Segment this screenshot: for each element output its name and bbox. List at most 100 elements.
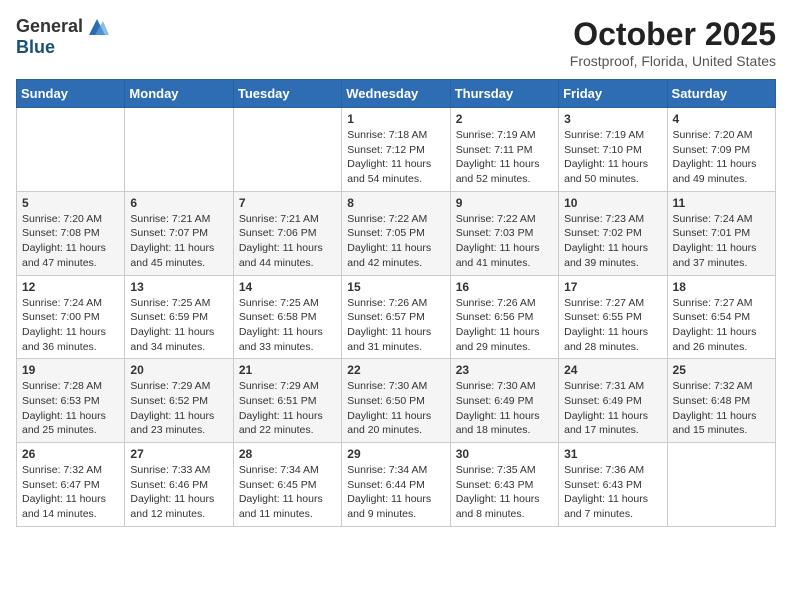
- calendar-cell: 16Sunrise: 7:26 AMSunset: 6:56 PMDayligh…: [450, 275, 558, 359]
- calendar-cell: 9Sunrise: 7:22 AMSunset: 7:03 PMDaylight…: [450, 191, 558, 275]
- day-info-line: Daylight: 11 hours: [130, 242, 214, 254]
- day-info-line: Daylight: 11 hours: [22, 410, 106, 422]
- day-info-line: Sunrise: 7:21 AM: [130, 213, 210, 225]
- day-info-line: Daylight: 11 hours: [564, 493, 648, 505]
- day-info-line: and 25 minutes.: [22, 424, 97, 436]
- day-number: 27: [130, 447, 227, 461]
- day-info-line: Sunset: 6:46 PM: [130, 479, 208, 491]
- day-info-line: Sunset: 7:10 PM: [564, 144, 642, 156]
- day-number: 4: [673, 112, 770, 126]
- day-info-line: Sunrise: 7:34 AM: [239, 464, 319, 476]
- day-info-line: Sunset: 7:08 PM: [22, 227, 100, 239]
- day-info-line: and 11 minutes.: [239, 508, 313, 520]
- day-content: Sunrise: 7:34 AM Sunset: 6:45 PM Daylight:…: [239, 463, 336, 522]
- day-info-line: Daylight: 11 hours: [347, 493, 431, 505]
- day-info-line: Sunrise: 7:32 AM: [22, 464, 102, 476]
- calendar-header-row: SundayMondayTuesdayWednesdayThursdayFrid…: [17, 80, 776, 108]
- calendar-cell: 10Sunrise: 7:23 AMSunset: 7:02 PMDayligh…: [559, 191, 667, 275]
- day-info-line: Daylight: 11 hours: [22, 493, 106, 505]
- day-content: Sunrise: 7:29 AMSunset: 6:52 PMDaylight:…: [130, 379, 227, 438]
- day-info-line: Sunrise: 7:30 AM: [456, 380, 536, 392]
- day-info-line: and 9 minutes.: [347, 508, 416, 520]
- calendar-cell: 1Sunrise: 7:18 AMSunset: 7:12 PMDaylight…: [342, 108, 450, 192]
- calendar-cell: 31Sunrise: 7:36 AMSunset: 6:43 PMDayligh…: [559, 443, 667, 527]
- day-info-line: Daylight: 11 hours: [456, 326, 540, 338]
- day-number: 5: [22, 196, 119, 210]
- day-info-line: and 49 minutes.: [673, 173, 748, 185]
- day-number: 22: [347, 363, 444, 377]
- day-info-line: and 52 minutes.: [456, 173, 531, 185]
- day-info-line: Sunset: 6:45 PM: [239, 479, 317, 491]
- day-number: 17: [564, 280, 661, 294]
- page-header: General Blue October 2025 Frostproof, Fl…: [16, 16, 776, 69]
- day-info-line: and 23 minutes.: [130, 424, 205, 436]
- day-info-line: Sunrise: 7:22 AM: [347, 213, 427, 225]
- day-info-line: Daylight: 11 hours: [130, 326, 214, 338]
- day-info-line: and 41 minutes.: [456, 257, 531, 269]
- day-info-line: Sunset: 6:49 PM: [456, 395, 534, 407]
- day-content: Sunrise: 7:20 AMSunset: 7:09 PMDaylight:…: [673, 128, 770, 187]
- calendar-cell: 3Sunrise: 7:19 AMSunset: 7:10 PMDaylight…: [559, 108, 667, 192]
- day-info-line: and 37 minutes.: [673, 257, 748, 269]
- day-number: 12: [22, 280, 119, 294]
- day-info-line: Sunrise: 7:21 AM: [239, 213, 319, 225]
- weekday-header: Tuesday: [233, 80, 341, 108]
- day-info-line: Daylight: 11 hours: [673, 326, 757, 338]
- day-info-line: and 29 minutes.: [456, 341, 531, 353]
- calendar-cell: 21Sunrise: 7:29 AMSunset: 6:51 PMDayligh…: [233, 359, 341, 443]
- day-info-line: and 42 minutes.: [347, 257, 422, 269]
- day-number: 13: [130, 280, 227, 294]
- calendar-cell: 14Sunrise: 7:25 AMSunset: 6:58 PMDayligh…: [233, 275, 341, 359]
- day-number: 7: [239, 196, 336, 210]
- logo-icon: [85, 17, 109, 37]
- day-content: Sunrise: 7:21 AMSunset: 7:07 PMDaylight:…: [130, 212, 227, 271]
- day-info-line: Sunset: 6:52 PM: [130, 395, 208, 407]
- day-info-line: Daylight: 11 hours: [239, 493, 323, 505]
- calendar-cell: 27Sunrise: 7:33 AMSunset: 6:46 PMDayligh…: [125, 443, 233, 527]
- calendar-cell: 25Sunrise: 7:32 AMSunset: 6:48 PMDayligh…: [667, 359, 775, 443]
- calendar-cell: 19Sunrise: 7:28 AMSunset: 6:53 PMDayligh…: [17, 359, 125, 443]
- day-info-line: Sunset: 6:47 PM: [22, 479, 100, 491]
- day-number: 11: [673, 196, 770, 210]
- day-content: Sunrise: 7:29 AMSunset: 6:51 PMDaylight:…: [239, 379, 336, 438]
- calendar-week-row: 12Sunrise: 7:24 AMSunset: 7:00 PMDayligh…: [17, 275, 776, 359]
- day-content: Sunrise: 7:32 AM Sunset: 6:47 PM Daylight:…: [22, 463, 119, 522]
- day-number: 16: [456, 280, 553, 294]
- day-info-line: Daylight: 11 hours: [564, 410, 648, 422]
- day-info-line: Sunrise: 7:27 AM: [673, 297, 753, 309]
- weekday-header: Friday: [559, 80, 667, 108]
- day-info-line: Sunrise: 7:35 AM: [456, 464, 536, 476]
- day-number: 8: [347, 196, 444, 210]
- day-info-line: Daylight: 11 hours: [239, 242, 323, 254]
- day-number: 25: [673, 363, 770, 377]
- day-number: 28: [239, 447, 336, 461]
- day-content: Sunrise: 7:22 AMSunset: 7:05 PMDaylight:…: [347, 212, 444, 271]
- day-info-line: Daylight: 11 hours: [564, 158, 648, 170]
- day-info-line: Sunset: 7:05 PM: [347, 227, 425, 239]
- calendar-week-row: 1Sunrise: 7:18 AMSunset: 7:12 PMDaylight…: [17, 108, 776, 192]
- day-info-line: Daylight: 11 hours: [22, 242, 106, 254]
- day-info-line: Sunset: 7:01 PM: [673, 227, 751, 239]
- day-info-line: Sunrise: 7:20 AM: [673, 129, 753, 141]
- day-info-line: Sunrise: 7:22 AM: [456, 213, 536, 225]
- day-info-line: and 12 minutes.: [130, 508, 205, 520]
- calendar-cell: 20Sunrise: 7:29 AMSunset: 6:52 PMDayligh…: [125, 359, 233, 443]
- calendar-cell: 30Sunrise: 7:35 AMSunset: 6:43 PMDayligh…: [450, 443, 558, 527]
- day-info-line: Sunrise: 7:24 AM: [673, 213, 753, 225]
- day-info-line: and 39 minutes.: [564, 257, 639, 269]
- day-info-line: Sunset: 7:11 PM: [456, 144, 533, 156]
- day-info-line: and 26 minutes.: [673, 341, 748, 353]
- weekday-header: Thursday: [450, 80, 558, 108]
- day-content: Sunrise: 7:24 AMSunset: 7:01 PMDaylight:…: [673, 212, 770, 271]
- day-info-line: Sunset: 6:54 PM: [673, 311, 751, 323]
- day-info-line: Sunrise: 7:29 AM: [239, 380, 319, 392]
- day-number: 3: [564, 112, 661, 126]
- day-info-line: Daylight: 11 hours: [456, 242, 540, 254]
- day-info-line: Sunset: 6:59 PM: [130, 311, 208, 323]
- day-number: 26: [22, 447, 119, 461]
- calendar-cell: 7Sunrise: 7:21 AMSunset: 7:06 PMDaylight…: [233, 191, 341, 275]
- day-info-line: Daylight: 11 hours: [22, 326, 106, 338]
- day-content: Sunrise: 7:30 AMSunset: 6:49 PMDaylight:…: [456, 379, 553, 438]
- day-content: Sunrise: 7:23 AMSunset: 7:02 PMDaylight:…: [564, 212, 661, 271]
- day-info-line: and 36 minutes.: [22, 341, 97, 353]
